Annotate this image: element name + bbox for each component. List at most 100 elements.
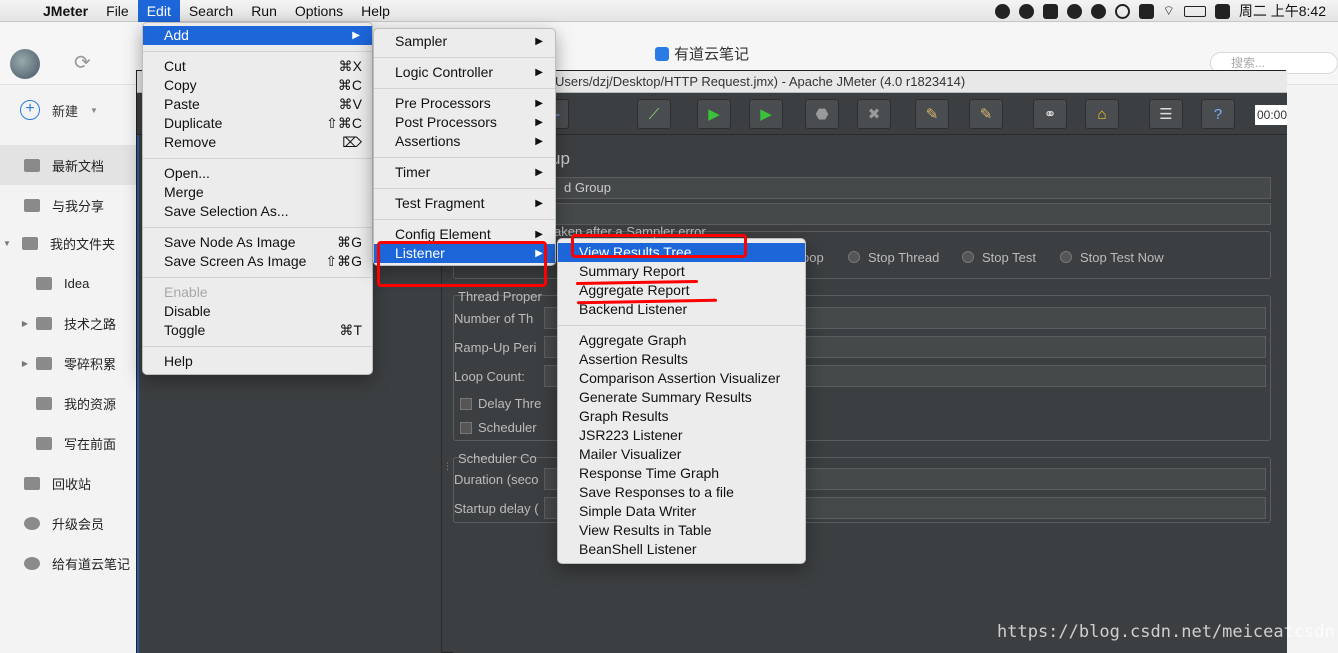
menubar-edit[interactable]: Edit [137, 0, 180, 22]
radio-stop-test-now[interactable]: Stop Test Now [1060, 250, 1164, 265]
wand-icon: ⟋ [648, 105, 660, 123]
menubar-search[interactable]: Search [180, 0, 242, 22]
menu-shortcut: ⇧⌘G [325, 253, 362, 269]
menu-item-disable[interactable]: Disable [143, 302, 372, 321]
tray-grid-icon[interactable] [1042, 3, 1058, 19]
function-helper-button[interactable]: ☰ [1149, 99, 1183, 129]
name-field[interactable]: d Group [453, 177, 1271, 199]
sidebar-item-fragments[interactable]: ▶ 零碎积累 [0, 343, 136, 383]
sidebar-item-shared[interactable]: 与我分享 [0, 185, 136, 225]
clear-all-button[interactable]: ✎ [969, 99, 1003, 129]
radio-stop-thread[interactable]: Stop Thread [848, 250, 939, 265]
menubar-options[interactable]: Options [286, 0, 352, 22]
sidebar-item-resources[interactable]: 我的资源 [0, 383, 136, 423]
tray-s-icon[interactable] [1214, 3, 1230, 19]
menu-item-cut[interactable]: Cut ⌘X [143, 57, 372, 76]
sidebar-item-idea[interactable]: Idea [0, 263, 136, 303]
expand-triangle-icon[interactable]: ▼ [2, 239, 12, 248]
tray-app-icon[interactable] [994, 3, 1010, 19]
toggle-button[interactable]: ⟋ [637, 99, 671, 129]
menu-item-response-time-graph[interactable]: Response Time Graph [558, 464, 805, 483]
clear-button[interactable]: ✎ [915, 99, 949, 129]
help-button[interactable]: ? [1201, 99, 1235, 129]
menu-item-post-processors[interactable]: Post Processors ▶ [374, 113, 555, 132]
menu-item-assertions[interactable]: Assertions ▶ [374, 132, 555, 151]
tree-focus-line [137, 135, 139, 653]
menubar-app-name[interactable]: JMeter [34, 0, 97, 22]
tray-qq-icon[interactable] [1114, 3, 1130, 19]
menu-item-graph-results[interactable]: Graph Results [558, 407, 805, 426]
folder-icon [36, 316, 52, 330]
menu-item-help[interactable]: Help [143, 352, 372, 371]
battery-icon[interactable] [1183, 5, 1206, 17]
sidebar-item-rate[interactable]: 给有道云笔记 [0, 543, 136, 583]
menu-separator [558, 325, 805, 326]
menu-item-remove[interactable]: Remove ⌦ [143, 133, 372, 152]
menu-item-pre-processors[interactable]: Pre Processors ▶ [374, 94, 555, 113]
sidebar-item-tech[interactable]: ▶ 技术之路 [0, 303, 136, 343]
split-handle-icon[interactable]: ⋮ [443, 461, 452, 475]
sidebar-item-vip[interactable]: 升级会员 [0, 503, 136, 543]
tray-note-icon[interactable] [1138, 3, 1154, 19]
menubar-file[interactable]: File [97, 0, 138, 22]
expand-triangle-icon[interactable]: ▶ [20, 319, 30, 328]
menu-item-view-results-in-table[interactable]: View Results in Table [558, 521, 805, 540]
menu-item-sampler[interactable]: Sampler ▶ [374, 32, 555, 51]
submenu-arrow-icon: ▶ [352, 30, 360, 41]
tray-wechat-icon[interactable] [1090, 3, 1106, 19]
menu-item-merge[interactable]: Merge [143, 183, 372, 202]
radio-stop-test[interactable]: Stop Test [962, 250, 1036, 265]
annotation-box-view-results-tree [571, 234, 747, 258]
comments-field[interactable] [453, 203, 1271, 225]
menu-item-copy[interactable]: Copy ⌘C [143, 76, 372, 95]
menu-item-jsr223-listener[interactable]: JSR223 Listener [558, 426, 805, 445]
menu-item-add[interactable]: Add ▶ [143, 26, 372, 45]
menu-item-save-node-as-image[interactable]: Save Node As Image ⌘G [143, 233, 372, 252]
start-no-pause-button[interactable]: ▶ [749, 99, 783, 129]
menubar-help[interactable]: Help [352, 0, 399, 22]
sidebar-item-trash[interactable]: 回收站 [0, 463, 136, 503]
menu-item-paste[interactable]: Paste ⌘V [143, 95, 372, 114]
tray-bird-icon[interactable] [1066, 3, 1082, 19]
start-button[interactable]: ▶ [697, 99, 731, 129]
avatar[interactable] [10, 49, 40, 79]
menu-separator [374, 88, 555, 89]
menu-item-test-fragment[interactable]: Test Fragment ▶ [374, 194, 555, 213]
menu-item-mailer-visualizer[interactable]: Mailer Visualizer [558, 445, 805, 464]
menu-item-beanshell-listener[interactable]: BeanShell Listener [558, 540, 805, 559]
sidebar-item-preface[interactable]: 写在前面 [0, 423, 136, 463]
menu-shortcut: ⌘X [338, 58, 362, 74]
youdao-new-button[interactable]: + 新建 ▼ [20, 100, 98, 120]
menu-item-save-screen-as-image[interactable]: Save Screen As Image ⇧⌘G [143, 252, 372, 271]
menu-item-aggregate-graph[interactable]: Aggregate Graph [558, 331, 805, 350]
stop-button[interactable]: ⬣ [805, 99, 839, 129]
menu-item-open[interactable]: Open... [143, 164, 372, 183]
menu-item-generate-summary-results[interactable]: Generate Summary Results [558, 388, 805, 407]
menu-item-summary-report[interactable]: Summary Report [558, 262, 805, 281]
tray-mic-icon[interactable] [1018, 3, 1034, 19]
menubar-run[interactable]: Run [242, 0, 286, 22]
expand-triangle-icon[interactable]: ▶ [20, 359, 30, 368]
search-button[interactable]: ⚭ [1033, 99, 1067, 129]
menu-item-logic-controller[interactable]: Logic Controller ▶ [374, 63, 555, 82]
broom-icon: ✎ [925, 106, 939, 123]
delay-thread-checkbox[interactable] [460, 398, 472, 410]
binoculars-icon: ⚭ [1043, 106, 1057, 123]
menu-item-comparison-assertion-visualizer[interactable]: Comparison Assertion Visualizer [558, 369, 805, 388]
sidebar-item-my-folders[interactable]: ▼ 我的文件夹 [0, 223, 136, 263]
menu-item-duplicate[interactable]: Duplicate ⇧⌘C [143, 114, 372, 133]
menu-item-simple-data-writer[interactable]: Simple Data Writer [558, 502, 805, 521]
menu-item-save-responses-to-a-file[interactable]: Save Responses to a file [558, 483, 805, 502]
menu-item-timer[interactable]: Timer ▶ [374, 163, 555, 182]
wifi-icon[interactable]: ⌔ [1163, 3, 1175, 19]
sidebar-item-latest[interactable]: 最新文档 [0, 145, 136, 185]
reset-search-button[interactable]: ⌂ [1085, 99, 1119, 129]
menubar-clock[interactable]: 周二 上午8:42 [1239, 1, 1326, 21]
menu-item-toggle[interactable]: Toggle ⌘T [143, 321, 372, 340]
menu-item-save-selection-as[interactable]: Save Selection As... [143, 202, 372, 221]
menu-item-assertion-results[interactable]: Assertion Results [558, 350, 805, 369]
scheduler-checkbox[interactable] [460, 422, 472, 434]
menu-item-enable[interactable]: Enable [143, 283, 372, 302]
refresh-icon[interactable]: ⟳ [74, 50, 91, 75]
shutdown-button[interactable]: ✖ [857, 99, 891, 129]
